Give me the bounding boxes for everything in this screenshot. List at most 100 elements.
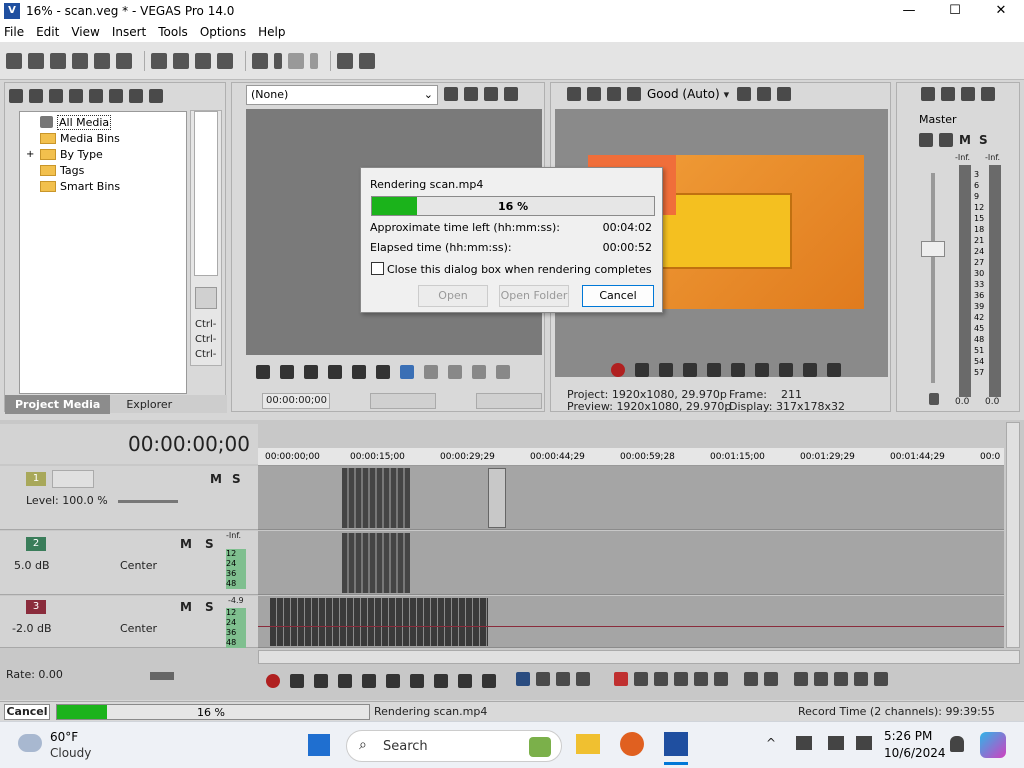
loop-icon[interactable]: [256, 365, 270, 379]
save-snapshot-icon[interactable]: [777, 87, 792, 101]
trimmer-media-select[interactable]: (None) ⌄: [246, 85, 438, 105]
menu-edit[interactable]: Edit: [36, 25, 59, 39]
timeline-vertical-scrollbar[interactable]: [1006, 422, 1020, 648]
overlay-icon[interactable]: [627, 87, 641, 101]
menu-insert[interactable]: Insert: [112, 25, 146, 39]
weather-desc[interactable]: Cloudy: [50, 746, 91, 760]
delete-icon[interactable]: [217, 52, 233, 69]
tab-explorer[interactable]: Explorer: [116, 395, 182, 414]
lock-icon[interactable]: [929, 393, 939, 405]
master-fader-handle[interactable]: [921, 241, 945, 257]
stop-icon[interactable]: [386, 674, 400, 688]
rate-slider[interactable]: [150, 672, 174, 680]
loop-icon[interactable]: [290, 674, 304, 688]
stop-icon[interactable]: [352, 365, 366, 379]
ignore-grouping-icon[interactable]: [874, 672, 888, 686]
remove-media-icon[interactable]: [89, 89, 103, 103]
play-media-icon[interactable]: [149, 89, 163, 103]
tree-item-tags[interactable]: Tags: [40, 162, 186, 178]
menu-tools[interactable]: Tools: [158, 25, 188, 39]
mute-button[interactable]: M: [180, 537, 192, 551]
redo-dropdown-icon[interactable]: [310, 52, 318, 69]
menu-options[interactable]: Options: [200, 25, 246, 39]
properties-gear-icon[interactable]: [116, 52, 132, 69]
previous-frame-icon[interactable]: [755, 363, 769, 377]
region-icon[interactable]: [764, 672, 778, 686]
master-settings-icon[interactable]: [939, 133, 953, 147]
tree-item-all-media[interactable]: All Media: [40, 114, 186, 130]
cancel-render-button[interactable]: Cancel: [582, 285, 654, 307]
firefox-icon[interactable]: [620, 732, 644, 756]
abc-icon[interactable]: [444, 87, 458, 101]
trimmer-clear-icon[interactable]: [484, 87, 498, 101]
minimize-button[interactable]: —: [886, 0, 932, 22]
snapping-magnet-icon[interactable]: [794, 672, 808, 686]
play-from-start-icon[interactable]: [314, 674, 328, 688]
trim-end-icon[interactable]: [674, 672, 688, 686]
chevron-up-icon[interactable]: ^: [766, 736, 776, 750]
undo-dropdown-icon[interactable]: [274, 52, 282, 69]
previous-frame-icon[interactable]: [458, 674, 472, 688]
media-fx-icon[interactable]: [109, 89, 123, 103]
vegas-taskbar-icon[interactable]: [664, 732, 688, 756]
play-icon[interactable]: [683, 363, 697, 377]
eyedropper-icon[interactable]: [337, 52, 353, 69]
open-folder-icon[interactable]: [28, 52, 44, 69]
trimmer-in-field[interactable]: [370, 393, 436, 409]
clock-time[interactable]: 5:26 PM: [884, 729, 932, 743]
copy-icon[interactable]: [173, 52, 189, 69]
go-to-end-icon[interactable]: [827, 363, 841, 377]
next-frame-icon[interactable]: [482, 674, 496, 688]
record-icon[interactable]: [266, 674, 280, 688]
trim-icon[interactable]: [424, 365, 438, 379]
trim-icon-4[interactable]: [496, 365, 510, 379]
zoom-tool-icon[interactable]: [576, 672, 590, 686]
close-button[interactable]: ✕: [978, 0, 1024, 22]
audio-clip[interactable]: [342, 533, 410, 593]
lock-icon[interactable]: [714, 672, 728, 686]
taskbar-search-box[interactable]: ⌕ Search: [346, 730, 562, 762]
status-cancel-button[interactable]: Cancel: [4, 704, 50, 720]
preview-gear-icon[interactable]: [567, 87, 581, 101]
expand-plus-icon[interactable]: +: [26, 149, 36, 160]
selection-tool-icon[interactable]: [556, 672, 570, 686]
level-slider[interactable]: [118, 500, 178, 503]
pause-icon[interactable]: [362, 674, 376, 688]
weather-temp[interactable]: 60°F: [50, 730, 78, 744]
audio-clip[interactable]: [270, 598, 488, 646]
display-icon[interactable]: [828, 736, 844, 750]
tab-project-media[interactable]: Project Media: [5, 394, 111, 414]
trim-icon-2[interactable]: [448, 365, 462, 379]
close-when-done-checkbox[interactable]: [371, 262, 384, 275]
play-from-start-icon[interactable]: [280, 365, 294, 379]
play-icon[interactable]: [304, 365, 318, 379]
preview-quality-select[interactable]: Good (Auto): [647, 87, 720, 101]
save-icon[interactable]: [50, 52, 66, 69]
split-screen-icon[interactable]: [607, 87, 621, 101]
capture-video-icon[interactable]: [29, 89, 43, 103]
menu-file[interactable]: File: [4, 25, 24, 39]
copilot-icon[interactable]: [980, 732, 1006, 758]
delete-icon[interactable]: [614, 672, 628, 686]
open-folder-button[interactable]: Open Folder: [499, 285, 569, 307]
add-to-timeline-icon[interactable]: [400, 365, 414, 379]
whats-this-help-icon[interactable]: [359, 52, 375, 69]
timeline-horizontal-scrollbar[interactable]: [258, 650, 1020, 664]
normal-edit-tool-icon[interactable]: [516, 672, 530, 686]
external-monitor-icon[interactable]: [587, 87, 601, 101]
trimmer-window-icon[interactable]: [504, 87, 518, 101]
marker-icon[interactable]: [744, 672, 758, 686]
master-back-icon[interactable]: [941, 87, 955, 101]
menu-view[interactable]: View: [71, 25, 99, 39]
go-to-start-icon[interactable]: [803, 363, 817, 377]
solo-button[interactable]: S: [232, 472, 241, 486]
copy-snapshot-icon[interactable]: [757, 87, 772, 101]
mute-button[interactable]: M: [180, 600, 192, 614]
disc-icon[interactable]: [69, 89, 83, 103]
get-media-icon[interactable]: [49, 89, 63, 103]
redo-icon[interactable]: [288, 52, 304, 69]
clock-date[interactable]: 10/6/2024: [884, 746, 946, 760]
trim-icon[interactable]: [634, 672, 648, 686]
trimmer-out-field[interactable]: [476, 393, 542, 409]
trim-start-icon[interactable]: [654, 672, 668, 686]
